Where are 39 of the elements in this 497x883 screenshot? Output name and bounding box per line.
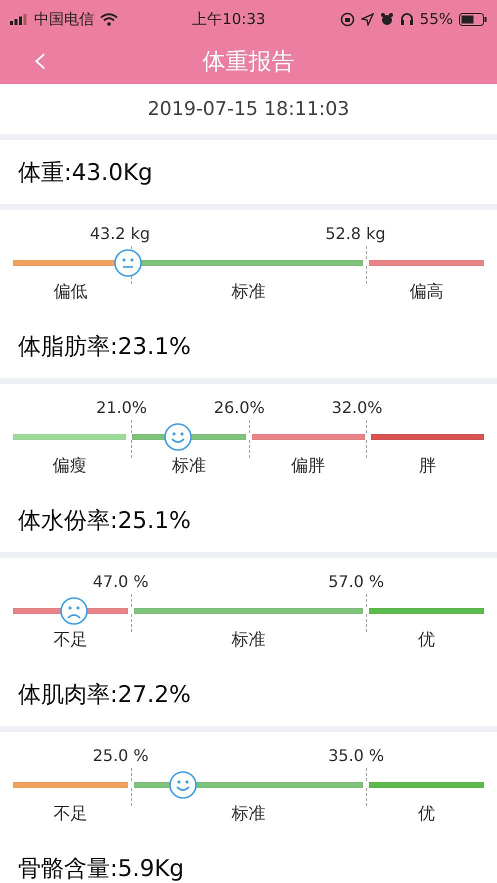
battery-percent: 55% — [420, 10, 453, 28]
threshold-value: 32.0% — [332, 398, 383, 417]
threshold-value: 26.0% — [214, 398, 265, 417]
range-label: 不足 — [53, 803, 88, 825]
range-label: 标准 — [232, 281, 266, 303]
range-label: 标准 — [172, 455, 206, 477]
carrier-name: 中国电信 — [34, 10, 94, 28]
metric-title: 体肌肉率:27.2% — [18, 680, 191, 710]
metric-title: 骨骼含量:5.9Kg — [18, 854, 184, 883]
threshold-value: 21.0% — [96, 398, 148, 417]
back-button[interactable]: ‹ — [26, 40, 54, 80]
range-label: 偏胖 — [291, 455, 326, 477]
status-time: 上午10:33 — [192, 10, 266, 28]
metric-title: 体重:43.0Kg — [18, 158, 153, 188]
range-label: 优 — [418, 629, 436, 651]
battery-icon — [459, 12, 487, 26]
range-label: 偏低 — [53, 281, 88, 303]
range-label: 标准 — [232, 803, 266, 825]
range-label: 不足 — [53, 629, 88, 651]
threshold-value: 57.0 % — [328, 572, 384, 591]
signal-icon — [10, 14, 28, 24]
rotation-lock-icon — [340, 12, 355, 26]
range-label: 偏瘦 — [52, 455, 87, 477]
threshold-value: 47.0 % — [92, 572, 149, 591]
report-date: 2019-07-15 18:11:03 — [148, 98, 350, 120]
page-title: 体重报告 — [202, 48, 294, 76]
range-label: 偏高 — [410, 281, 444, 303]
location-icon — [360, 12, 374, 26]
threshold-value: 52.8 kg — [325, 224, 386, 243]
threshold-value: 43.2 kg — [90, 224, 150, 243]
headphones-icon — [400, 12, 414, 26]
threshold-value: 35.0 % — [328, 746, 384, 765]
range-label: 胖 — [418, 455, 436, 477]
wifi-icon — [100, 12, 118, 26]
metric-title: 体水份率:25.1% — [18, 506, 191, 536]
threshold-value: 25.0 % — [92, 746, 149, 765]
metric-title: 体脂肪率:23.1% — [18, 332, 191, 362]
range-label: 标准 — [232, 629, 266, 651]
range-label: 优 — [418, 803, 436, 825]
